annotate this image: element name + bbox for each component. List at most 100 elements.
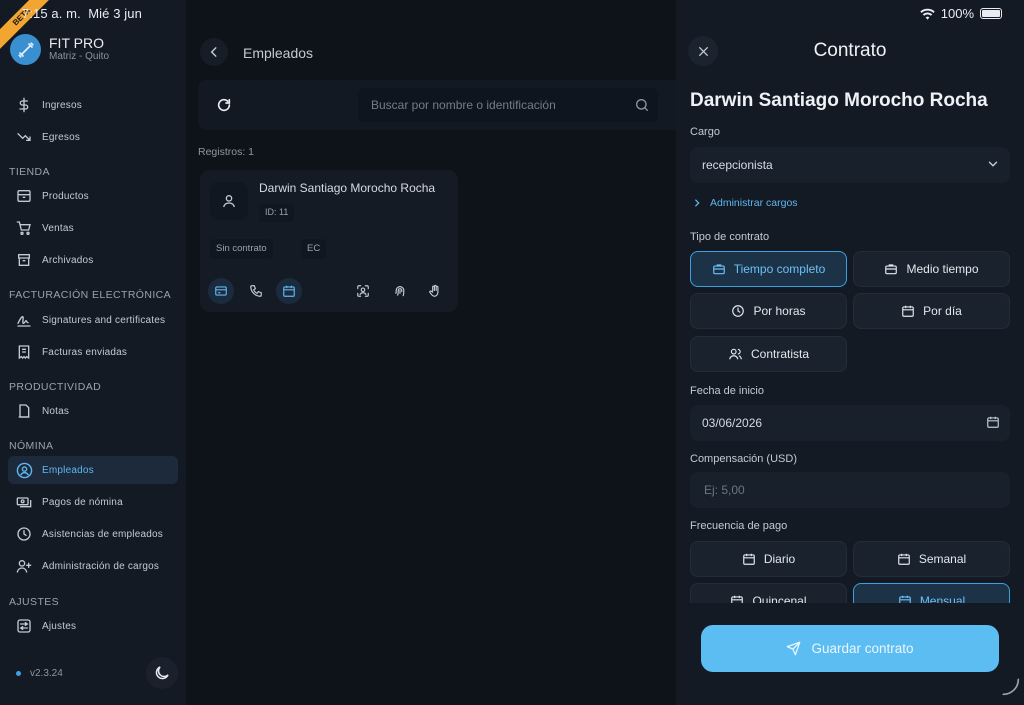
sidebar-item-label: Egresos	[42, 131, 81, 143]
sidebar-item-notas[interactable]: Notas	[8, 397, 178, 425]
theme-toggle-button[interactable]	[146, 657, 178, 689]
option-label: Quincenal	[752, 594, 807, 603]
sidebar-item-cargos[interactable]: Administración de cargos	[8, 552, 178, 580]
sidebar-item-label: Ingresos	[42, 99, 82, 111]
sidebar-item-label: Pagos de nómina	[42, 496, 123, 508]
brand[interactable]: FIT PRO Matriz - Quito	[10, 34, 109, 65]
fingerprint-button[interactable]	[387, 278, 413, 304]
dumbbell-icon	[10, 34, 41, 65]
briefcase-icon	[712, 264, 725, 275]
refresh-button[interactable]	[212, 93, 236, 117]
option-label: Semanal	[918, 552, 967, 566]
sidebar-item-ventas[interactable]: Ventas	[8, 214, 178, 242]
manage-cargos-label: Administrar cargos	[710, 197, 798, 209]
employee-full-name: Darwin Santiago Morocho Rocha	[690, 90, 988, 111]
employee-id: ID: 11	[259, 204, 295, 222]
archive-icon	[14, 250, 34, 270]
records-count: Registros: 1	[198, 146, 255, 158]
sidebar-item-egresos[interactable]: Egresos	[8, 123, 178, 151]
sidebar-item-signatures[interactable]: Signatures and certificates	[8, 306, 178, 334]
option-diario[interactable]: Diario	[690, 541, 847, 577]
option-label: Por horas	[753, 304, 806, 318]
sidebar-item-label: Ventas	[42, 222, 74, 234]
trend-down-icon	[14, 127, 34, 147]
frequency-label: Frecuencia de pago	[690, 520, 788, 532]
start-date-label: Fecha de inicio	[690, 385, 764, 397]
cargo-select[interactable]: recepcionista	[690, 147, 1010, 183]
dollar-icon	[14, 95, 34, 115]
refresh-icon	[217, 98, 231, 112]
search-placeholder: Buscar por nombre o identificación	[371, 98, 556, 112]
user-icon	[223, 195, 235, 208]
sidebar-item-ajustes[interactable]: Ajustes	[8, 612, 178, 640]
user-circle-icon	[14, 460, 34, 480]
contract-type-label: Tipo de contrato	[690, 231, 770, 243]
sidebar-item-label: Facturas enviadas	[42, 346, 128, 358]
save-contract-label: Guardar contrato	[811, 641, 914, 656]
back-button[interactable]	[200, 38, 228, 66]
sidebar-item-label: Administración de cargos	[42, 560, 160, 572]
option-label: Diario	[763, 552, 796, 566]
battery-percent: 100%	[940, 6, 974, 21]
manage-cargos-link[interactable]: Administrar cargos	[692, 197, 798, 209]
sidebar-item-label: Notas	[42, 405, 70, 417]
sidebar-item-archivados[interactable]: Archivados	[8, 246, 178, 274]
phone-icon	[250, 285, 262, 297]
settings-icon	[14, 616, 34, 636]
app-version: v2.3.24	[16, 668, 63, 679]
sidebar-item-facturas[interactable]: Facturas enviadas	[8, 338, 178, 366]
user-plus-icon	[14, 556, 34, 576]
palm-scan-button[interactable]	[422, 278, 448, 304]
status-dot-icon	[16, 671, 21, 676]
sidebar-item-label: Ajustes	[42, 620, 77, 632]
payroll-button[interactable]	[208, 278, 234, 304]
search-input[interactable]: Buscar por nombre o identificación	[358, 88, 658, 122]
receipt-icon	[14, 342, 34, 362]
avatar	[210, 182, 248, 220]
contract-panel: 100% Contrato Darwin Santiago Morocho Ro…	[676, 0, 1024, 705]
save-contract-button[interactable]: Guardar contrato	[701, 625, 999, 672]
contract-status-badge: Sin contrato	[210, 239, 273, 259]
brand-subtitle: Matriz - Quito	[49, 51, 110, 62]
employees-toolbar: Buscar por nombre o identificación	[198, 80, 688, 130]
sidebar-item-pagos[interactable]: Pagos de nómina	[8, 488, 178, 516]
option-label: Tiempo completo	[733, 262, 826, 276]
option-contratista[interactable]: Contratista	[690, 336, 847, 372]
option-quincenal[interactable]: Quincenal	[690, 583, 847, 603]
option-medio-tiempo[interactable]: Medio tiempo	[853, 251, 1010, 287]
panel-title: Contrato	[813, 40, 887, 61]
calendar-icon	[902, 305, 914, 317]
option-por-horas[interactable]: Por horas	[690, 293, 847, 329]
option-tiempo-completo[interactable]: Tiempo completo	[690, 251, 847, 287]
battery-icon	[980, 8, 1002, 19]
start-date-input[interactable]: 03/06/2026	[690, 405, 1010, 441]
option-por-dia[interactable]: Por día	[853, 293, 1010, 329]
frequency-options: Diario Semanal Quincenal Mensual	[676, 540, 1024, 603]
compensation-input[interactable]: Ej: 5,00	[690, 472, 1010, 508]
section-title-ajustes: AJUSTES	[9, 596, 60, 608]
face-id-button[interactable]	[350, 278, 376, 304]
sidebar-item-productos[interactable]: Productos	[8, 182, 178, 210]
cargo-label: Cargo	[690, 126, 720, 138]
calendar-icon	[897, 553, 910, 565]
status-time: 7:15 a. m. Mié 3 jun	[22, 6, 142, 21]
chevron-down-icon	[986, 157, 1000, 176]
face-scan-icon	[357, 285, 369, 297]
option-mensual[interactable]: Mensual	[853, 583, 1010, 603]
compensation-placeholder: Ej: 5,00	[704, 483, 745, 497]
sidebar-item-label: Asistencias de empleados	[42, 528, 163, 540]
signature-icon	[14, 310, 34, 330]
money-icon	[14, 492, 34, 512]
employee-card[interactable]: Darwin Santiago Morocho Rocha ID: 11 Sin…	[200, 170, 458, 312]
cart-icon	[14, 218, 34, 238]
contract-button[interactable]	[276, 278, 302, 304]
sidebar-item-empleados[interactable]: Empleados	[8, 456, 178, 484]
option-semanal[interactable]: Semanal	[853, 541, 1010, 577]
sidebar-item-asistencias[interactable]: Asistencias de empleados	[8, 520, 178, 548]
call-button[interactable]	[243, 278, 269, 304]
money-icon	[215, 286, 227, 296]
sidebar-item-ingresos[interactable]: Ingresos	[8, 91, 178, 119]
brand-title: FIT PRO	[49, 35, 104, 51]
option-label: Mensual	[919, 594, 966, 603]
calendar-icon	[898, 595, 911, 603]
